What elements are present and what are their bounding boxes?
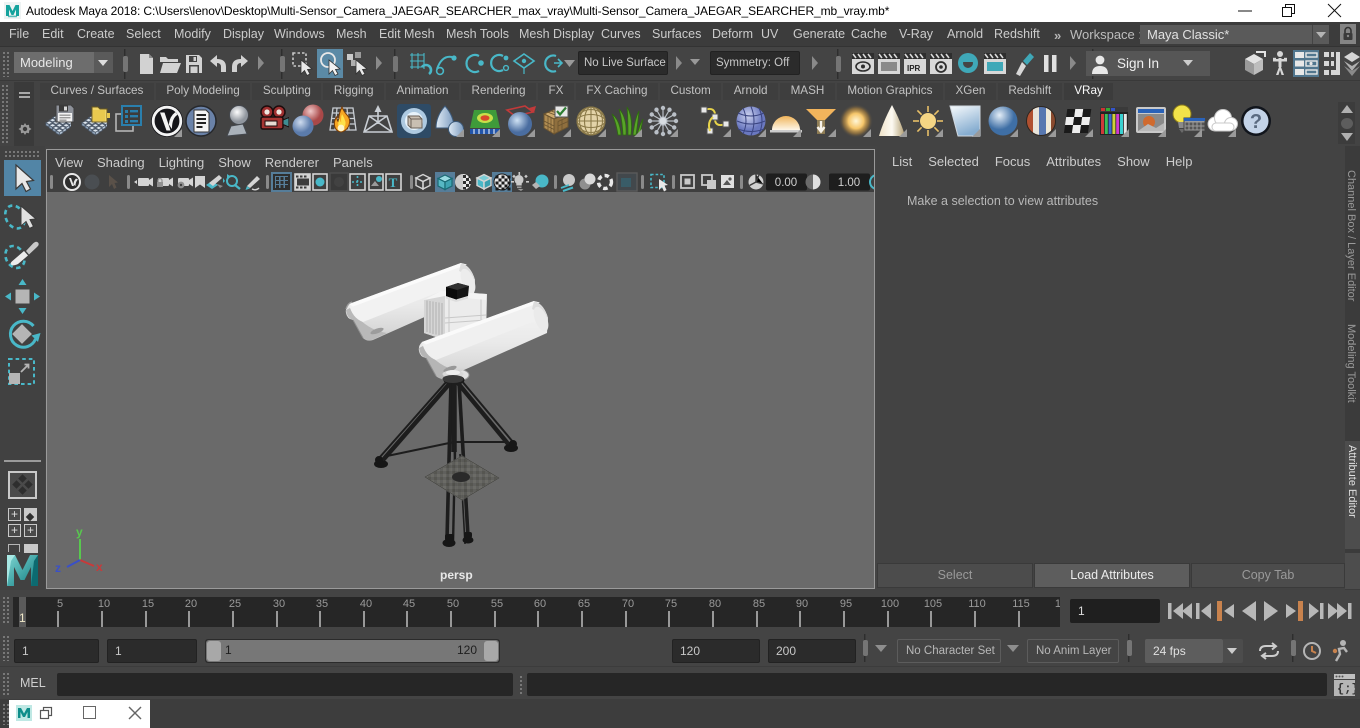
svg-text:z: z [55, 561, 61, 575]
svg-text:{;}: {;} [1337, 682, 1355, 696]
svg-text:T: T [389, 175, 398, 190]
svg-text:y: y [76, 525, 83, 539]
svg-text:IPR: IPR [907, 64, 921, 73]
svg-text:?: ? [1250, 111, 1262, 133]
svg-text:0.00: 0.00 [775, 177, 797, 189]
svg-text:x: x [96, 560, 103, 574]
svg-text:1.00: 1.00 [838, 177, 860, 189]
